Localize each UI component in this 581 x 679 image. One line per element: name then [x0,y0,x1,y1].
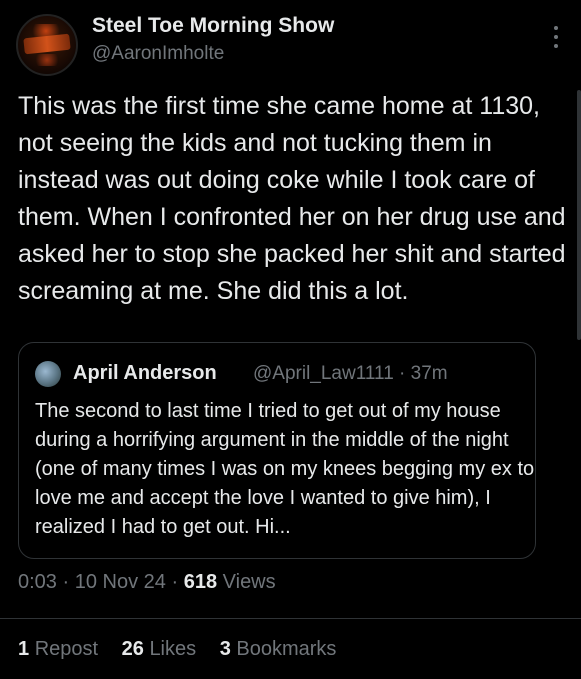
quote-author-meta: @April_Law1111 · 37m [253,363,448,385]
likes-stat[interactable]: 26 Likes [122,638,202,660]
meta-separator: · [62,571,70,593]
quote-author-avatar [35,361,61,387]
meta-separator-2: · [171,571,179,593]
bookmarks-count: 3 [219,638,231,660]
quote-author-name: April Anderson [73,362,217,384]
avatar-logo-band [23,33,71,55]
bookmarks-label: Bookmarks [236,638,337,660]
scrollbar[interactable] [577,90,581,340]
engagement-stats: 1 Repost 26 Likes 3 Bookmarks [18,638,354,661]
tweet-time[interactable]: 0:03 [18,571,57,593]
quote-author-handle: @April_Law1111 [253,363,394,384]
views-count: 618 [183,571,218,593]
tweet-meta: 0:03 · 10 Nov 24 · 618 Views [18,571,276,594]
likes-label: Likes [149,638,197,660]
quote-meta-separator: · [399,363,406,384]
reposts-stat[interactable]: 1 Repost [18,638,104,660]
author-avatar[interactable] [16,14,78,76]
more-options-icon[interactable] [553,26,559,48]
reposts-label: Repost [34,638,99,660]
quote-text: The second to last time I tried to get o… [35,400,535,538]
avatar-flame-decor-2 [32,54,62,66]
tweet-text: This was the first time she came home at… [18,92,566,305]
likes-count: 26 [121,638,144,660]
quoted-tweet[interactable]: April Anderson @April_Law1111 · 37m The … [18,342,536,559]
author-handle[interactable]: @AaronImholte [92,43,224,65]
reposts-count: 1 [18,638,30,660]
quote-time: 37m [410,363,448,384]
author-display-name[interactable]: Steel Toe Morning Show [92,14,334,38]
divider [0,618,581,619]
views-label: Views [222,571,276,593]
tweet-date[interactable]: 10 Nov 24 [75,571,166,593]
bookmarks-stat[interactable]: 3 Bookmarks [220,638,337,660]
